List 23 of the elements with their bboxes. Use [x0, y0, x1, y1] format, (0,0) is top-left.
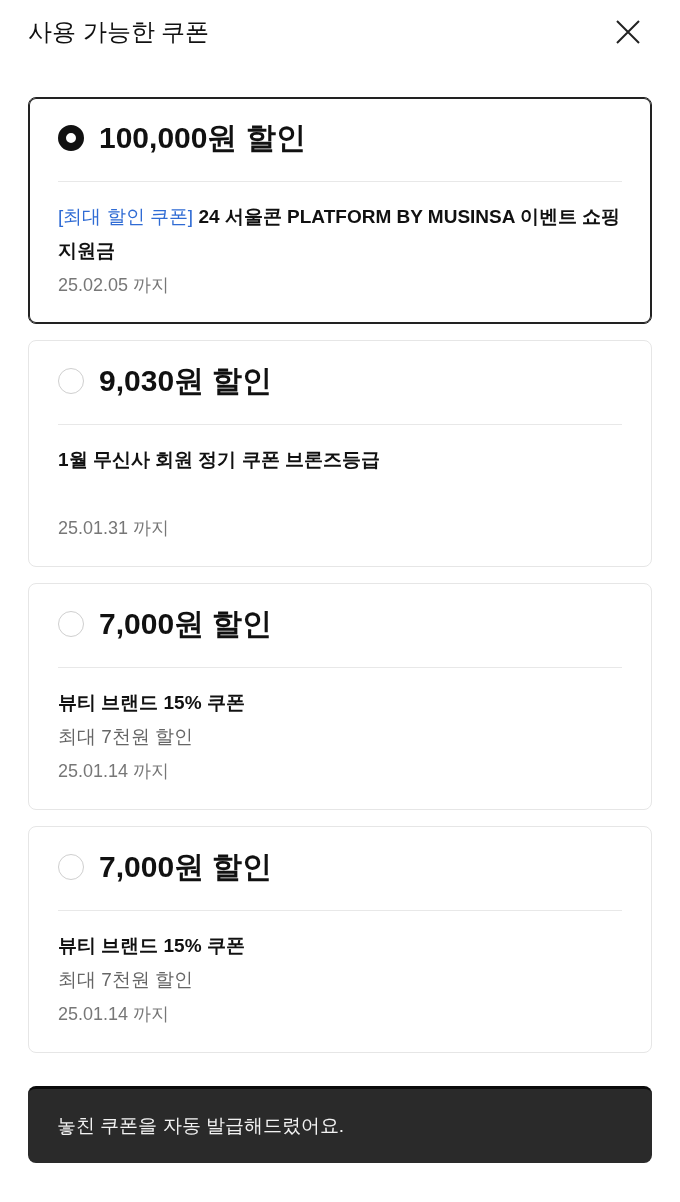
discount-amount: 7,000원 할인: [99, 606, 273, 642]
expiry-date: 25.01.31 까지: [58, 517, 171, 540]
sheet-title: 사용 가능한 쿠폰: [28, 17, 210, 47]
radio-button[interactable]: [58, 125, 84, 151]
expiry-date: 25.01.14 까지: [58, 760, 171, 783]
close-icon: [616, 20, 640, 44]
discount-amount: 100,000원 할인: [99, 120, 306, 156]
coupon-card[interactable]: 9,030원 할인 1월 무신사 회원 정기 쿠폰 브론즈등급 25.01.31 까지: [28, 340, 652, 567]
discount-amount: 9,030원 할인: [99, 363, 273, 399]
toast-message: 놓친 쿠폰을 자동 발급해드렸어요.: [28, 1086, 652, 1163]
coupon-card[interactable]: 100,000원 할인 [최대 할인 쿠폰] 24 서울콘 PLATFORM BY MUSINSA 이벤트 쇼핑지원금 25.02.05 까지: [28, 97, 652, 324]
close-button[interactable]: [616, 20, 640, 44]
coupon-name: [최대 할인 쿠폰] 24 서울콘 PLATFORM BY MUSINSA 이벤트 쇼핑지원금: [58, 205, 622, 263]
coupon-card[interactable]: 7,000원 할인 뷰티 브랜드 15% 쿠폰 최대 7천원 할인 25.01.14 까지: [28, 583, 652, 810]
coupon-name: 1월 무신사 회원 정기 쿠폰 브론즈등급: [58, 448, 381, 472]
coupon-name: 뷰티 브랜드 15% 쿠폰: [58, 934, 246, 958]
coupon-card[interactable]: 7,000원 할인 뷰티 브랜드 15% 쿠폰 최대 7천원 할인 25.01.14 까지: [28, 826, 652, 1053]
discount-limit: 최대 7천원 할인: [58, 968, 195, 992]
expiry-date: 25.01.14 까지: [58, 1003, 171, 1026]
discount-amount: 7,000원 할인: [99, 849, 273, 885]
discount-limit: 최대 7천원 할인: [58, 725, 195, 749]
expiry-date: 25.02.05 까지: [58, 274, 171, 297]
coupon-name: 뷰티 브랜드 15% 쿠폰: [58, 691, 246, 715]
